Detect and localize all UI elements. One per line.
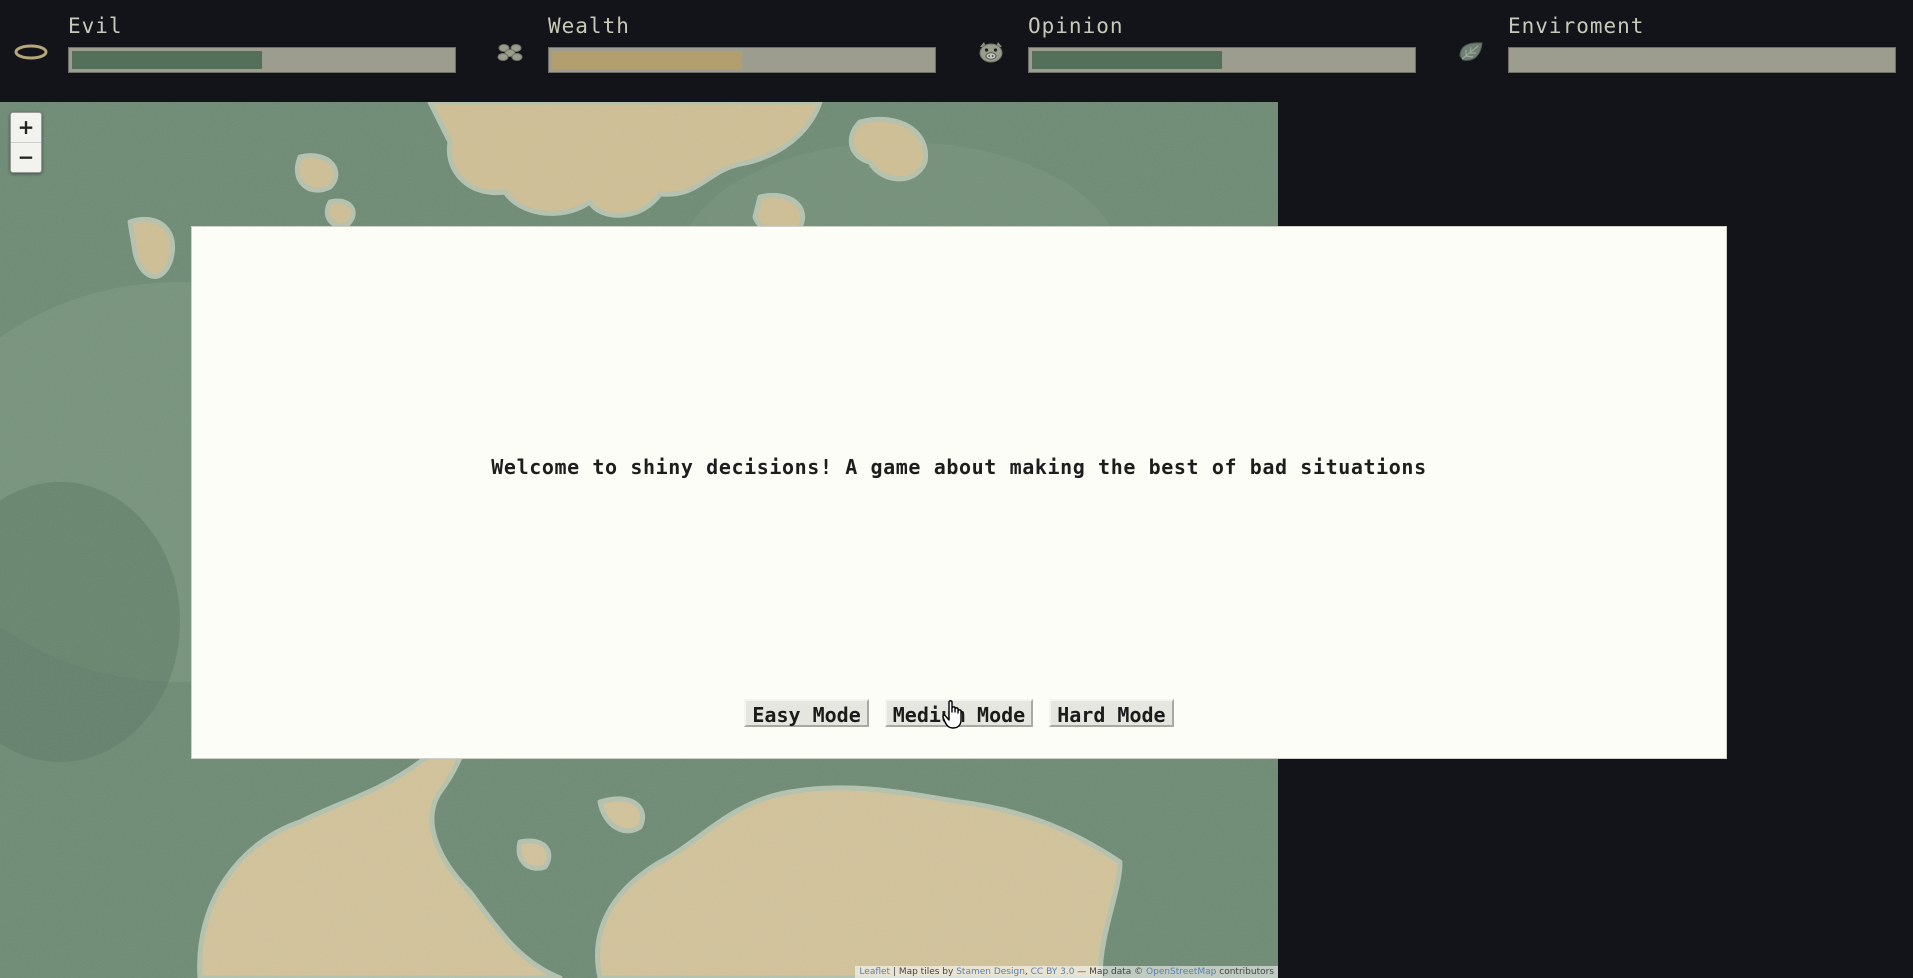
leaflet-link[interactable]: Leaflet xyxy=(859,967,890,977)
coins-icon xyxy=(497,44,523,61)
hand-cursor-icon xyxy=(942,700,962,729)
stat-meter xyxy=(68,47,456,73)
stat-meter xyxy=(1028,47,1416,73)
zoom-control: + − xyxy=(10,112,42,173)
stat-meter xyxy=(548,47,936,73)
leaf-icon xyxy=(1459,42,1483,61)
attribution-text: | Map tiles by xyxy=(890,967,957,977)
stat-fill xyxy=(552,51,742,69)
stat-meter xyxy=(1508,47,1896,73)
pig-face-icon xyxy=(979,42,1003,63)
easy-mode-button[interactable]: Easy Mode xyxy=(744,699,869,727)
attribution-text: — Map data © xyxy=(1074,967,1147,977)
stats-bar: Evil Wealth Opinion Enviroment xyxy=(0,0,1913,102)
stat-label: Evil xyxy=(68,14,123,38)
stat-fill xyxy=(1032,51,1222,69)
attribution-text: contributors xyxy=(1216,967,1274,977)
stamen-link[interactable]: Stamen Design xyxy=(956,967,1025,977)
stat-enviroment: Enviroment xyxy=(1440,0,1900,102)
welcome-dialog: Welcome to shiny decisions! A game about… xyxy=(191,226,1727,759)
osm-link[interactable]: OpenStreetMap xyxy=(1146,967,1216,977)
zoom-in-button[interactable]: + xyxy=(11,113,41,142)
zoom-out-button[interactable]: − xyxy=(11,142,41,172)
welcome-message: Welcome to shiny decisions! A game about… xyxy=(491,455,1427,479)
stat-wealth: Wealth xyxy=(480,0,940,102)
hard-mode-button[interactable]: Hard Mode xyxy=(1049,699,1174,727)
map-attribution: Leaflet | Map tiles by Stamen Design, CC… xyxy=(855,966,1278,978)
stat-label: Wealth xyxy=(548,14,630,38)
stat-evil: Evil xyxy=(0,0,460,102)
license-link[interactable]: CC BY 3.0 xyxy=(1031,967,1075,977)
stat-fill xyxy=(72,51,262,69)
halo-icon xyxy=(14,44,48,60)
stat-label: Opinion xyxy=(1028,14,1124,38)
stat-label: Enviroment xyxy=(1508,14,1645,38)
stat-opinion: Opinion xyxy=(960,0,1420,102)
